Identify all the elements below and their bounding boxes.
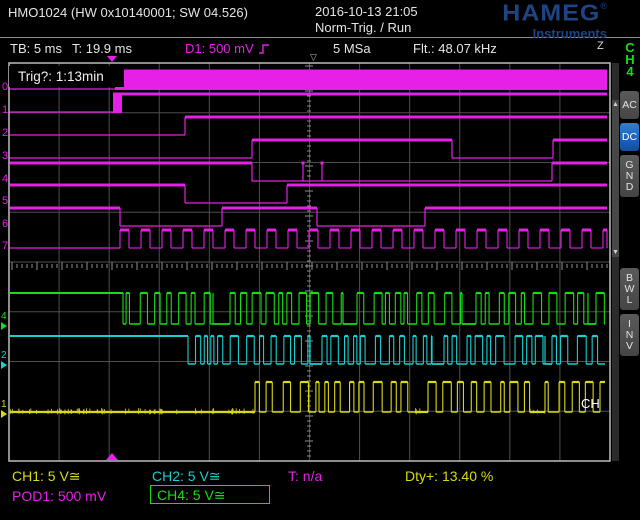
menu-button-gnd[interactable]: GND [620,155,639,197]
oscilloscope-screen: HMO1024 (HW 0x10140001; SW 04.526) 2016-… [0,0,640,520]
menu-button-dc[interactable]: DC [620,123,639,151]
digital-channel-label-4: 4 [2,174,8,185]
digital-channel-label-6: 6 [2,219,8,230]
duty-cycle-readout: Dty+: 13.40 % [405,468,493,484]
menu-button-label: AC [622,100,637,111]
menu-channel-label: CH4 [620,42,640,78]
ch-popup-label: CH [581,396,600,411]
analog-channel-marker-ch1[interactable]: 1 [1,400,7,418]
trigger-readout: T: n/a [288,468,322,484]
menu-button-label: DC [622,132,637,143]
scrollbar-thumb[interactable]: ▲ ▼ [612,100,619,257]
ch4-readout-box: CH4: 5 V≅ [150,485,270,504]
reference-position-marker: ▽ [310,52,317,63]
sample-rate-readout: 5 MSa [333,41,371,56]
channel-marker-arrow-icon [1,361,7,369]
trigger-time-readout: T: 19.9 ms [72,41,132,56]
channel-marker-number: 1 [1,400,7,410]
menu-button-inv[interactable]: INV [620,314,639,356]
datetime-label: 2016-10-13 21:05 [315,4,418,19]
channel-side-menu: CH4 AC DC GND BWL INV [620,0,640,520]
channel-marker-arrow-icon [1,410,7,418]
analog-channel-marker-ch2[interactable]: 2 [1,351,7,369]
zoom-flag: Z [597,40,604,52]
ch4-readout: CH4: 5 V≅ [157,487,226,504]
channel-marker-number: 2 [1,351,7,361]
scroll-down-icon[interactable]: ▼ [612,249,619,256]
analog-channel-marker-ch4[interactable]: 4 [1,312,7,330]
run-state-label: Norm-Trig. / Run [315,20,411,35]
brand-subtitle: Instruments [502,27,607,40]
digital-channel-label-1: 1 [2,105,8,116]
channel-marker-number: 4 [1,312,7,322]
brand-text: HAMEG [502,4,600,22]
timebase-readout: TB: 5 ms [10,41,62,56]
device-title: HMO1024 (HW 0x10140001; SW 04.526) [8,5,248,20]
trigger-position-marker-bottom[interactable] [106,453,118,460]
trig-status-box: Trig?: 1:13min [9,66,124,87]
menu-button-ac[interactable]: AC [620,91,639,119]
filter-readout: Flt.: 48.07 kHz [413,41,497,56]
registered-mark: ® [600,1,607,11]
menu-button-bwl[interactable]: BWL [620,268,639,310]
rising-edge-icon [258,43,270,55]
pod1-readout: POD1: 500 mV [12,488,106,504]
digital-channel-label-0: 0 [2,82,8,93]
scroll-up-icon[interactable]: ▲ [612,101,619,108]
channel-marker-arrow-icon [1,322,7,330]
digital-channel-label-7: 7 [2,241,8,252]
digital-channel-label-5: 5 [2,196,8,207]
vertical-scrollbar[interactable]: ▲ ▼ [612,63,619,461]
hameg-logo: HAMEG® Instruments [502,3,607,40]
digital-channel-label-3: 3 [2,151,8,162]
trigger-source-readout: D1: 500 mV [185,41,254,56]
ch1-readout: CH1: 5 V≅ [12,468,81,485]
digital-channel-label-2: 2 [2,128,8,139]
trigger-position-marker-top[interactable] [107,56,117,62]
ch2-readout: CH2: 5 V≅ [152,468,221,485]
